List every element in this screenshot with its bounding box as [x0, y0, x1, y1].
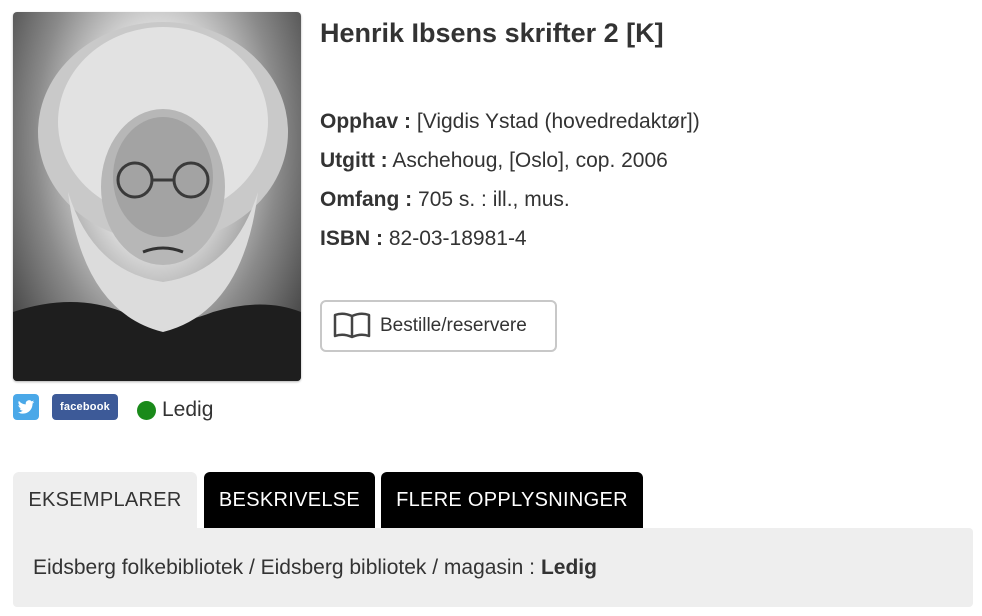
metadata-row-omfang: Omfang : 705 s. : ill., mus.: [320, 180, 700, 219]
order-reserve-button[interactable]: Bestille/reservere: [320, 300, 557, 352]
availability-label: Ledig: [162, 398, 214, 421]
record-title: Henrik Ibsens skrifter 2 [K]: [320, 18, 664, 48]
metadata-label: ISBN :: [320, 227, 383, 250]
metadata-value: [Vigdis Ystad (hovedredaktør]): [416, 110, 700, 133]
metadata-row-opphav: Opphav : [Vigdis Ystad (hovedredaktør]): [320, 102, 700, 141]
facebook-share-button[interactable]: facebook: [52, 394, 118, 420]
metadata-label: Utgitt :: [320, 149, 388, 172]
record-metadata: Opphav : [Vigdis Ystad (hovedredaktør]) …: [320, 102, 700, 258]
book-icon: [333, 312, 371, 339]
metadata-row-utgitt: Utgitt : Aschehoug, [Oslo], cop. 2006: [320, 141, 700, 180]
metadata-value: 82-03-18981-4: [388, 227, 527, 250]
holding-status: Ledig: [540, 555, 597, 579]
metadata-label: Omfang :: [320, 188, 413, 211]
tab-beskrivelse[interactable]: BESKRIVELSE: [204, 472, 375, 528]
availability-status: Ledig: [137, 398, 213, 422]
twitter-icon[interactable]: [13, 394, 39, 420]
order-button-label: Bestille/reservere: [380, 315, 527, 336]
holdings-panel: Eidsberg folkebibliotek / Eidsberg bibli…: [13, 528, 973, 607]
tab-eksemplarer[interactable]: EKSEMPLARER: [13, 472, 197, 528]
cover-image: [13, 12, 301, 381]
tab-flere-opplysninger[interactable]: FLERE OPPLYSNINGER: [381, 472, 643, 528]
metadata-value: Aschehoug, [Oslo], cop. 2006: [392, 149, 668, 172]
status-dot-icon: [137, 400, 156, 420]
metadata-label: Opphav :: [320, 110, 412, 133]
metadata-row-isbn: ISBN : 82-03-18981-4: [320, 219, 700, 258]
metadata-value: 705 s. : ill., mus.: [418, 188, 570, 211]
holding-location: Eidsberg folkebibliotek / Eidsberg bibli…: [33, 555, 535, 579]
